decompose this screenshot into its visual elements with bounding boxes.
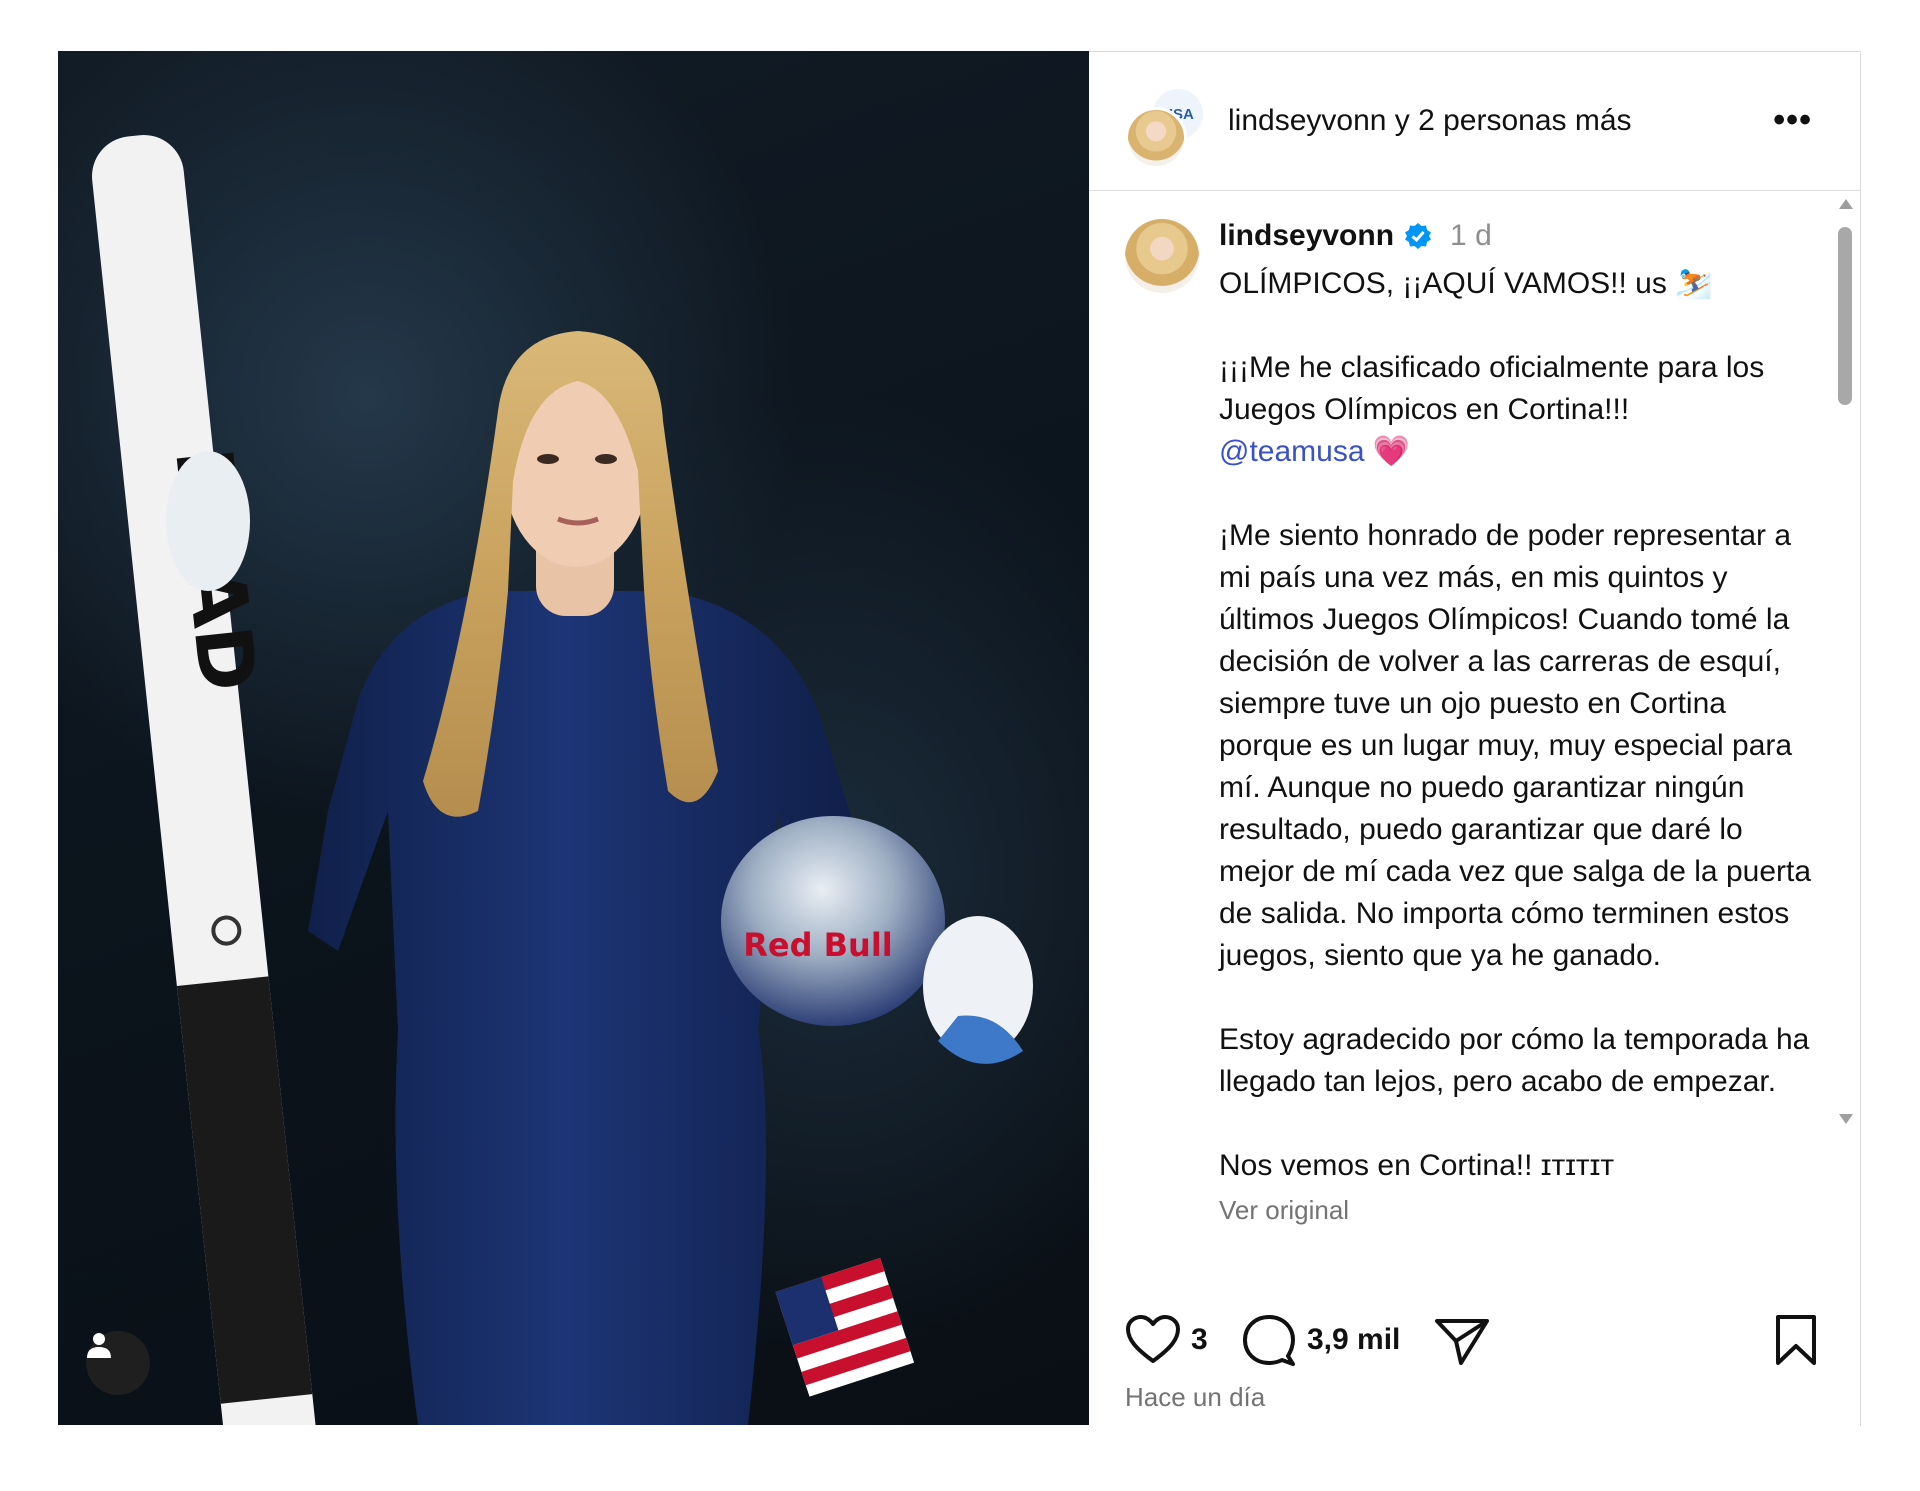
post-header-title[interactable]: lindseyvonn y 2 personas más: [1228, 104, 1632, 138]
caption-paragraph-closing: Nos vemos en Cortina!! ɪᴛɪᴛɪᴛ: [1219, 1149, 1615, 1182]
verified-icon: [1404, 222, 1432, 250]
coauthor-avatars[interactable]: USA: [1125, 87, 1209, 169]
caption-scrollbar[interactable]: [1834, 199, 1856, 1124]
header-username[interactable]: lindseyvonn: [1228, 104, 1386, 137]
user-tag-icon: [87, 1333, 111, 1358]
comment-count[interactable]: 3,9 mil: [1307, 1323, 1400, 1357]
post-photo[interactable]: HEAD Red Bull: [58, 51, 1089, 1425]
more-options-icon[interactable]: •••: [1773, 103, 1812, 137]
post-timestamp[interactable]: Hace un día: [1125, 1382, 1265, 1413]
caption-avatar[interactable]: [1125, 219, 1199, 293]
caption-line-2: ¡¡¡Me he clasificado oficialmente para l…: [1219, 351, 1765, 426]
post-photo-illustration: HEAD Red Bull: [92, 135, 1033, 1425]
heart-icon: [1126, 1315, 1180, 1363]
share-icon: [1435, 1319, 1489, 1365]
caption-scroll-area[interactable]: lindseyvonn 1 d OLÍMPICOS, ¡¡AQUÍ VAMOS!…: [1089, 191, 1860, 1296]
scroll-up-arrow[interactable]: [1839, 199, 1853, 209]
like-button[interactable]: 3: [1125, 1314, 1208, 1366]
post-details-panel: USA lindseyvonn y 2 personas más ••• lin…: [1089, 51, 1861, 1426]
share-button[interactable]: [1434, 1314, 1490, 1366]
caption-username[interactable]: lindseyvonn: [1219, 219, 1394, 253]
comment-button[interactable]: 3,9 mil: [1241, 1314, 1400, 1366]
see-original-link[interactable]: Ver original: [1219, 1189, 1819, 1231]
helmet-brand-text: Red Bull: [743, 926, 893, 964]
caption-paragraph-thanks: Estoy agradecido por cómo la temporada h…: [1219, 1023, 1810, 1098]
caption-header: lindseyvonn 1 d: [1219, 219, 1492, 253]
post-header: USA lindseyvonn y 2 personas más •••: [1089, 52, 1860, 191]
bookmark-icon: [1776, 1315, 1816, 1365]
heart-emoji: 💗: [1372, 435, 1411, 468]
scroll-thumb[interactable]: [1838, 227, 1852, 405]
caption-text: OLÍMPICOS, ¡¡AQUÍ VAMOS!! us ⛷️ ¡¡¡Me he…: [1219, 263, 1819, 1231]
comment-icon: [1243, 1315, 1295, 1366]
post-actions: 3 3,9 mil Hace un día: [1089, 1300, 1860, 1426]
mention-teamusa[interactable]: @teamusa: [1219, 435, 1365, 468]
user-tag-button[interactable]: [86, 1331, 150, 1395]
save-button[interactable]: [1774, 1314, 1818, 1366]
caption-paragraph-main: ¡Me siento honrado de poder representar …: [1219, 519, 1812, 972]
caption-line-1: OLÍMPICOS, ¡¡AQUÍ VAMOS!! us ⛷️: [1219, 267, 1713, 300]
caption-time[interactable]: 1 d: [1450, 219, 1492, 253]
author-avatar: [1125, 107, 1187, 169]
scroll-down-arrow[interactable]: [1839, 1114, 1853, 1124]
header-coauthors[interactable]: y 2 personas más: [1386, 104, 1632, 137]
like-count[interactable]: 3: [1191, 1323, 1208, 1357]
